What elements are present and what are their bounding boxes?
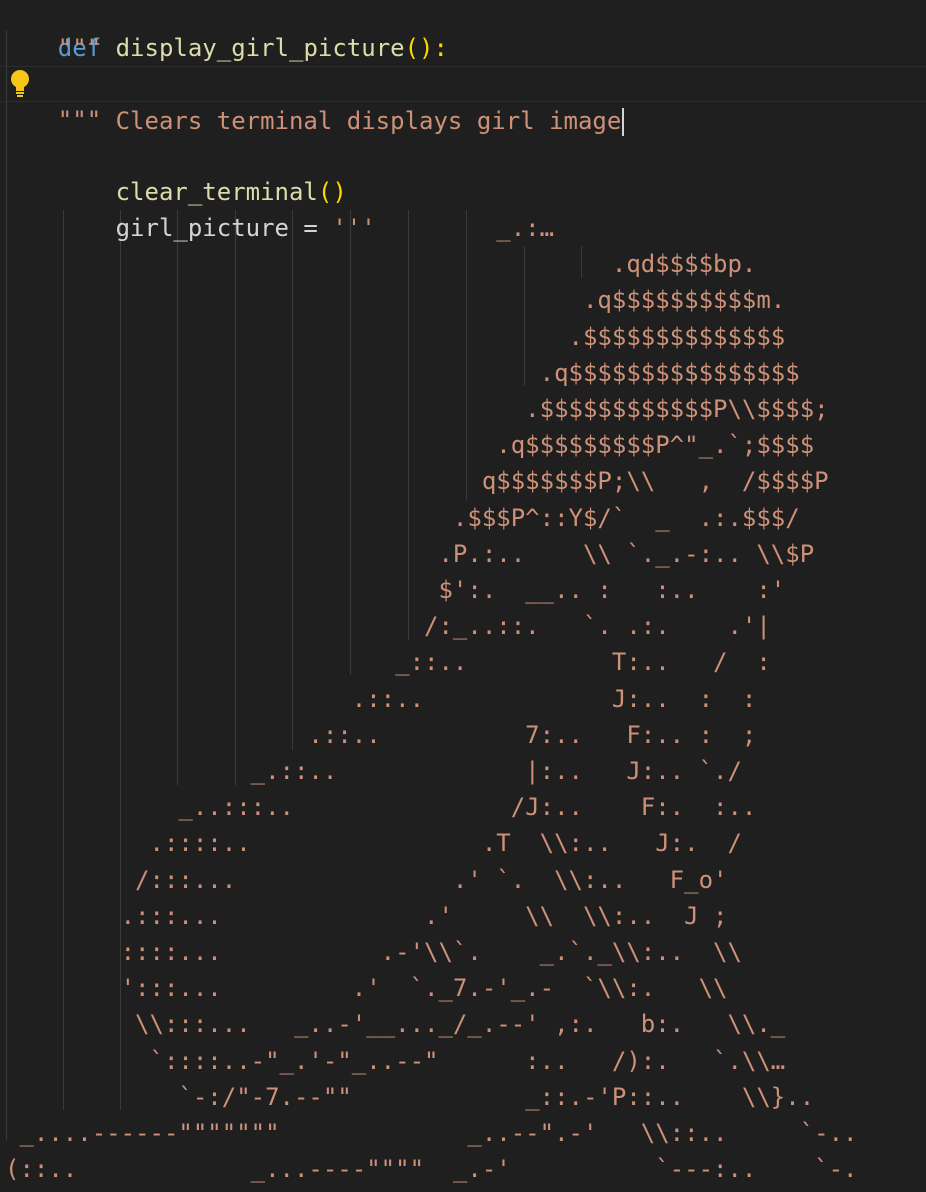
- ascii-art-line: (::.. _...----"""" _.-' `---:.. `-.: [5, 1155, 858, 1184]
- ascii-art-line: `::::..-"_.'-"_..--" :.. /):. `.\\…: [5, 1046, 786, 1075]
- ascii-art-line: .qd$$$$bp.: [5, 250, 757, 279]
- ascii-art-line: .::::.. .T \\:.. J:. /: [5, 829, 742, 858]
- ascii-art-line: ::::... .-'\\`. _.`._\\:.. \\: [5, 938, 742, 966]
- code-line[interactable]: def display_girl_picture():: [0, 0, 926, 62]
- code-line[interactable]: clear_terminal(): [0, 138, 926, 206]
- code-line[interactable]: """: [0, 30, 926, 66]
- ascii-art-line: .q$$$$$$$$$$$$$$$$: [5, 358, 800, 387]
- ascii-art-line: `-:/"-7.--"" _::.-'P::.. \\}..: [5, 1082, 815, 1111]
- code-line[interactable]: girl_picture = ''': [0, 174, 926, 242]
- ascii-art-line: .$$$P^::Y$/` _ .:.$$$/: [5, 503, 800, 532]
- ascii-art-line: .$$$$$$$$$$$$P\\$$$$;: [5, 395, 829, 423]
- ascii-art-line: .q$$$$$$$$$$m.: [5, 286, 786, 315]
- ascii-art-line: \\:::... _..-'__..._/_.--' ,:. b:. \\._: [5, 1010, 786, 1039]
- ascii-art-line: _::.. T:.. / :: [5, 648, 771, 677]
- ascii-art-line: q$$$$$$$P;\\ , /$$$$P: [5, 467, 829, 496]
- lightbulb-icon[interactable]: [7, 68, 33, 98]
- ascii-art-line: .::.. J:.. : :: [5, 684, 757, 713]
- ascii-art-line: /:::... .' `. \\:.. F_o': [5, 865, 728, 894]
- ascii-art-line: _.::.. |:.. J:.. `./: [5, 757, 742, 785]
- ascii-art-line: .P.:.. \\ `._.-:.. \\$P: [5, 539, 815, 568]
- ascii-art-line: _..:::.. /J:.. F:. :..: [5, 793, 757, 822]
- ascii-art-line: .q$$$$$$$$$P^"_.`;$$$$: [5, 431, 815, 460]
- code-line[interactable]: """: [0, 102, 926, 138]
- ascii-art-line: $':. __.. : :.. :': [5, 576, 786, 604]
- code-line-active[interactable]: Clears terminal displays girl image: [0, 66, 926, 136]
- ascii-art-line: .$$$$$$$$$$$$$$: [5, 322, 786, 351]
- ascii-art-line: /:_..::. `. .:. .'|: [5, 612, 771, 641]
- code-editor[interactable]: def display_girl_picture(): """ Clears t…: [0, 0, 926, 1192]
- ascii-art-line: _.:…: [5, 214, 555, 242]
- ascii-art-line: .::.. 7:.. F:.. : ;: [5, 720, 757, 749]
- ascii-art-line: ':::... .' `._7.-'_.- `\\:. \\: [5, 974, 728, 1003]
- ascii-art-line: _....------""""""" _..--".-' \\::.. `-..: [5, 1119, 858, 1147]
- ascii-art-line: .:::... .' \\ \\:.. J ;: [5, 901, 728, 930]
